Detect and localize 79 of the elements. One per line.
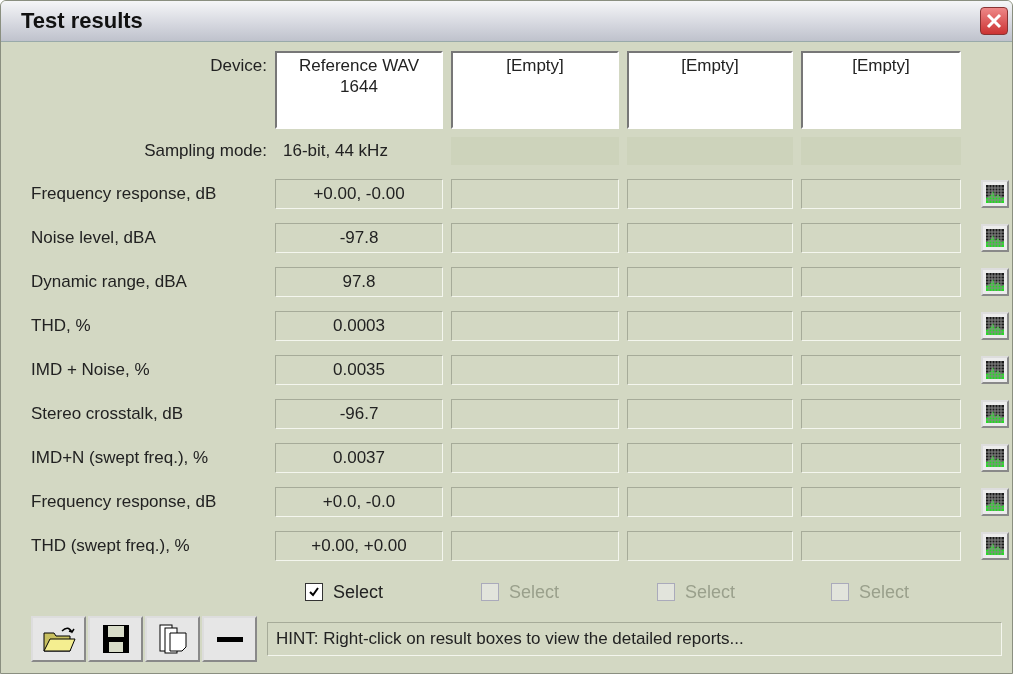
- result-box[interactable]: [451, 443, 619, 473]
- remove-button[interactable]: [202, 616, 257, 662]
- result-label: Dynamic range, dBA: [31, 272, 188, 292]
- graph-icon: [986, 229, 1004, 247]
- result-box[interactable]: [801, 267, 961, 297]
- report-button[interactable]: [981, 400, 1009, 428]
- result-box[interactable]: [801, 399, 961, 429]
- graph-icon: [986, 449, 1004, 467]
- result-box[interactable]: [801, 531, 961, 561]
- pages-icon: [156, 623, 189, 655]
- select-checkbox[interactable]: Select: [275, 581, 443, 603]
- sampling-mode-label: Sampling mode:: [143, 141, 267, 161]
- report-button[interactable]: [981, 180, 1009, 208]
- result-label: THD, %: [31, 316, 92, 336]
- hint-text: HINT: Right-click on result boxes to view the detailed reports...: [267, 622, 1002, 656]
- result-label: Stereo crosstalk, dB: [31, 404, 185, 424]
- result-box[interactable]: [801, 443, 961, 473]
- device-name-field[interactable]: Reference WAV 1644: [275, 51, 443, 129]
- result-box[interactable]: [451, 311, 619, 341]
- graph-icon: [986, 405, 1004, 423]
- report-button[interactable]: [981, 224, 1009, 252]
- result-label: IMD+N (swept freq.), %: [31, 448, 210, 468]
- graph-icon: [986, 185, 1004, 203]
- result-label: Frequency response, dB: [31, 184, 218, 204]
- result-box[interactable]: [801, 179, 961, 209]
- result-box[interactable]: [451, 531, 619, 561]
- result-box[interactable]: 0.0003: [275, 311, 443, 341]
- result-box[interactable]: [801, 311, 961, 341]
- result-box[interactable]: [451, 223, 619, 253]
- result-box[interactable]: [627, 179, 793, 209]
- graph-icon: [986, 273, 1004, 291]
- sampling-mode-value: 16-bit, 44 kHz: [282, 141, 389, 161]
- result-box[interactable]: [627, 311, 793, 341]
- result-box[interactable]: [627, 487, 793, 517]
- report-button[interactable]: [981, 444, 1009, 472]
- window-title: Test results: [21, 8, 143, 34]
- result-box[interactable]: +0.00, -0.00: [275, 179, 443, 209]
- result-box[interactable]: [627, 355, 793, 385]
- close-button[interactable]: [980, 7, 1008, 35]
- result-box[interactable]: 0.0037: [275, 443, 443, 473]
- copy-button[interactable]: [145, 616, 200, 662]
- result-label: IMD + Noise, %: [31, 360, 151, 380]
- result-box[interactable]: [627, 267, 793, 297]
- result-box[interactable]: +0.00, +0.00: [275, 531, 443, 561]
- report-button[interactable]: [981, 488, 1009, 516]
- result-box[interactable]: 0.0035: [275, 355, 443, 385]
- result-box[interactable]: [451, 399, 619, 429]
- result-label: Noise level, dBA: [31, 228, 157, 248]
- graph-icon: [986, 361, 1004, 379]
- result-box[interactable]: [801, 487, 961, 517]
- report-button[interactable]: [981, 356, 1009, 384]
- result-box[interactable]: 97.8: [275, 267, 443, 297]
- minus-icon: [216, 636, 243, 642]
- result-box[interactable]: -96.7: [275, 399, 443, 429]
- result-box[interactable]: [627, 399, 793, 429]
- result-box[interactable]: [451, 487, 619, 517]
- device-label: Device:: [209, 55, 267, 76]
- result-box[interactable]: [801, 355, 961, 385]
- result-box[interactable]: [451, 267, 619, 297]
- result-box[interactable]: [627, 443, 793, 473]
- result-label: Frequency response, dB: [31, 492, 218, 512]
- result-box[interactable]: [627, 223, 793, 253]
- result-box[interactable]: +0.0, -0.0: [275, 487, 443, 517]
- report-button[interactable]: [981, 268, 1009, 296]
- result-box[interactable]: -97.8: [275, 223, 443, 253]
- graph-icon: [986, 537, 1004, 555]
- close-icon: [985, 12, 1003, 30]
- check-icon: [308, 586, 320, 598]
- result-box[interactable]: [451, 355, 619, 385]
- report-button[interactable]: [981, 532, 1009, 560]
- result-label: THD (swept freq.), %: [31, 536, 191, 556]
- graph-icon: [986, 317, 1004, 335]
- graph-icon: [986, 493, 1004, 511]
- result-box[interactable]: [801, 223, 961, 253]
- result-box[interactable]: [627, 531, 793, 561]
- open-button[interactable]: [31, 616, 86, 662]
- report-button[interactable]: [981, 312, 1009, 340]
- save-button[interactable]: [88, 616, 143, 662]
- result-box[interactable]: [451, 179, 619, 209]
